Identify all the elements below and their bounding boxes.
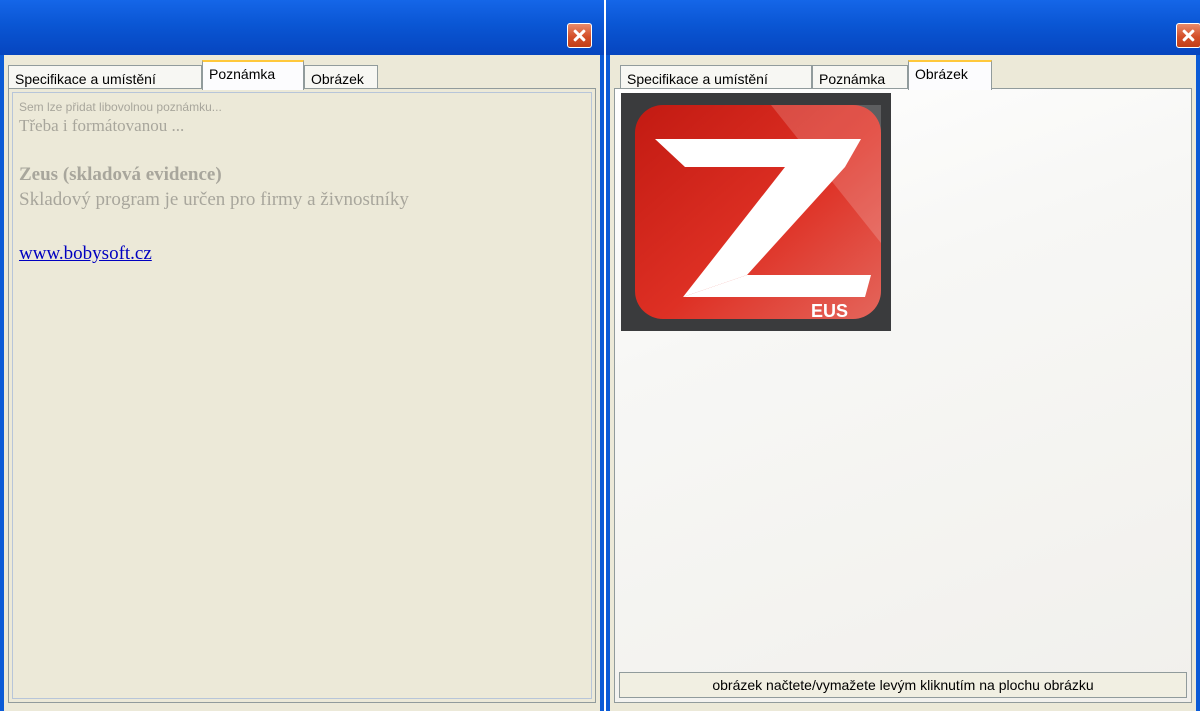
website-link[interactable]: www.bobysoft.cz (19, 241, 585, 267)
close-icon[interactable] (567, 23, 592, 48)
title-bar[interactable] (0, 0, 604, 55)
note-window: Specifikace a umístění Poznámka Obrázek … (0, 0, 604, 711)
status-bar: obrázek načtete/vymažete levým kliknutím… (619, 672, 1187, 698)
note-heading: Zeus (skladová evidence) (19, 164, 222, 185)
logo-text: EUS (811, 301, 848, 321)
note-line: Skladový program je určen pro firmy a ži… (19, 189, 409, 210)
note-tab-panel: Sem lze přidat libovolnou poznámku... Tř… (8, 88, 596, 703)
note-editor[interactable]: Sem lze přidat libovolnou poznámku... Tř… (12, 92, 592, 699)
close-icon[interactable] (1176, 23, 1200, 48)
image-window: Specifikace a umístění Poznámka Obrázek (606, 0, 1200, 711)
zeus-logo-svg: EUS (621, 93, 891, 331)
title-bar[interactable] (606, 0, 1200, 55)
window-client-area: Specifikace a umístění Poznámka Obrázek … (4, 55, 600, 711)
zeus-logo-image[interactable]: EUS (621, 93, 891, 331)
window-client-area: Specifikace a umístění Poznámka Obrázek (610, 55, 1196, 711)
tab-poznamka[interactable]: Poznámka (202, 60, 304, 90)
tab-obrazek[interactable]: Obrázek (908, 60, 992, 90)
image-tab-panel: EUS obrázek načtete/vymažete levým klikn… (614, 88, 1192, 703)
note-line: Sem lze přidat libovolnou poznámku... (19, 100, 222, 114)
note-line: Třeba i formátovanou ... (19, 116, 185, 135)
